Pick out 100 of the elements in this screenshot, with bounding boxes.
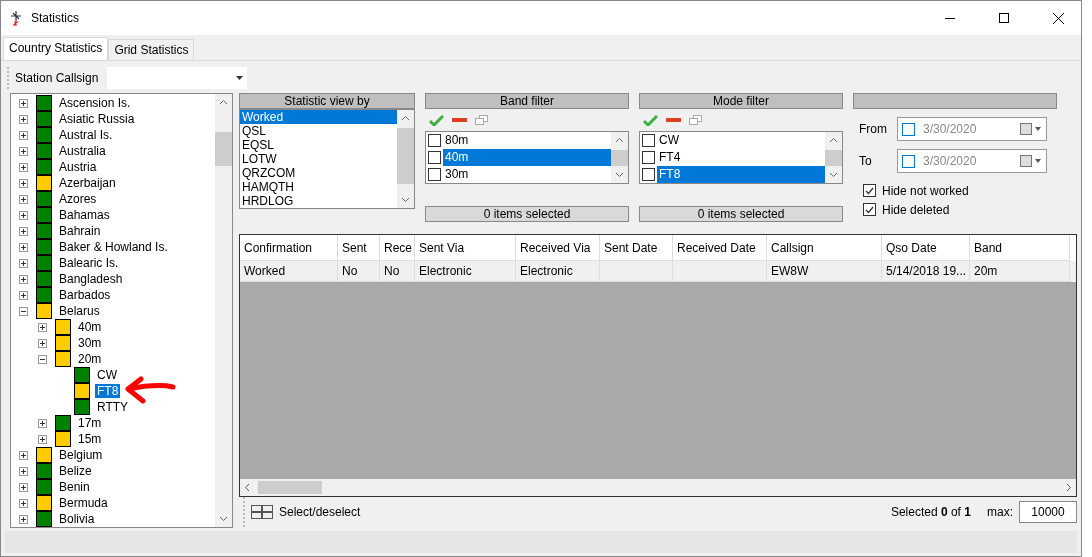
- expander-icon[interactable]: [19, 98, 28, 108]
- expander-icon[interactable]: [19, 290, 28, 300]
- minimize-icon[interactable]: [945, 17, 955, 19]
- scroll-up-icon[interactable]: [219, 99, 228, 105]
- tree-item[interactable]: Benin: [57, 480, 92, 494]
- tree-item[interactable]: Bahamas: [57, 208, 112, 222]
- column-header[interactable]: Sent: [338, 234, 380, 261]
- tree-item[interactable]: Austral Is.: [57, 128, 115, 142]
- checkbox[interactable]: [642, 151, 655, 164]
- scroll-down-icon[interactable]: [829, 172, 838, 178]
- column-header[interactable]: Callsign: [767, 234, 882, 261]
- checkbox[interactable]: [428, 168, 441, 181]
- expander-icon[interactable]: [19, 226, 28, 236]
- column-header[interactable]: Received Date: [673, 234, 767, 261]
- close-icon[interactable]: [1052, 12, 1064, 24]
- tree-item[interactable]: Belgium: [57, 448, 105, 462]
- tree-item[interactable]: Bolivia: [57, 512, 97, 526]
- tree-item[interactable]: Asiatic Russia: [57, 112, 137, 126]
- expander-icon[interactable]: [19, 162, 28, 172]
- scrollbar[interactable]: [825, 132, 842, 183]
- expander-icon[interactable]: [19, 258, 28, 268]
- tree-item[interactable]: Baker & Howland Is.: [57, 240, 170, 254]
- tree-item[interactable]: Austria: [57, 160, 99, 174]
- checkbox[interactable]: [642, 134, 655, 147]
- expander-icon[interactable]: [19, 242, 28, 252]
- tab[interactable]: Grid Statistics: [108, 39, 195, 60]
- scrollbar[interactable]: [611, 132, 628, 183]
- expander-icon[interactable]: [19, 146, 28, 156]
- scroll-thumb[interactable]: [611, 150, 628, 166]
- scroll-down-icon[interactable]: [219, 516, 228, 522]
- expander-icon[interactable]: [19, 194, 28, 204]
- expander-icon[interactable]: [19, 210, 28, 220]
- scrollbar[interactable]: [215, 94, 232, 527]
- tree-item[interactable]: Bangladesh: [57, 272, 125, 286]
- tree-item[interactable]: FT8: [95, 384, 121, 398]
- column-header[interactable]: Received Via: [516, 234, 600, 261]
- checkbox[interactable]: [428, 151, 441, 164]
- tree-item[interactable]: 40m: [76, 320, 104, 334]
- expander-icon[interactable]: [19, 498, 28, 508]
- checkbox[interactable]: [642, 168, 655, 181]
- check-all-icon[interactable]: [429, 114, 444, 126]
- caret-icon[interactable]: [236, 76, 243, 80]
- tree-item[interactable]: Belarus: [57, 304, 102, 318]
- calendar-icon[interactable]: [1020, 155, 1042, 167]
- scroll-down-icon[interactable]: [401, 197, 410, 203]
- check-all-icon[interactable]: [643, 114, 658, 126]
- scroll-thumb[interactable]: [215, 132, 232, 166]
- date-field[interactable]: 3/30/2020: [897, 117, 1047, 141]
- tree-item[interactable]: RTTY: [95, 400, 131, 414]
- expander-icon[interactable]: [38, 322, 47, 332]
- max-field[interactable]: 10000: [1019, 501, 1077, 524]
- column-header[interactable]: Qso Date: [882, 234, 970, 261]
- scroll-left-icon[interactable]: [244, 483, 250, 493]
- column-header[interactable]: Rece: [380, 234, 415, 261]
- filter-item[interactable]: FT8: [657, 166, 825, 183]
- expander-icon[interactable]: [19, 482, 28, 492]
- scroll-up-icon[interactable]: [829, 137, 838, 143]
- tree-item[interactable]: 17m: [76, 416, 104, 430]
- tree-item[interactable]: CW: [95, 368, 119, 382]
- tree-item[interactable]: Ascension Is.: [57, 96, 133, 110]
- expander-icon[interactable]: [19, 274, 28, 284]
- calendar-icon[interactable]: [1020, 123, 1042, 135]
- scroll-right-icon[interactable]: [1066, 483, 1072, 493]
- expander-icon[interactable]: [19, 130, 28, 140]
- horizontal-scrollbar[interactable]: [240, 479, 1076, 497]
- expander-icon[interactable]: [19, 466, 28, 476]
- checkbox[interactable]: [863, 184, 876, 197]
- checkbox[interactable]: [863, 203, 876, 216]
- column-header[interactable]: Confirmation: [240, 234, 338, 261]
- expander-icon[interactable]: [19, 114, 28, 124]
- expander-icon[interactable]: [38, 354, 47, 364]
- expander-icon[interactable]: [19, 514, 28, 524]
- tree-item[interactable]: Bermuda: [57, 496, 110, 510]
- column-header[interactable]: Sent Via: [415, 234, 516, 261]
- scroll-thumb[interactable]: [258, 481, 322, 495]
- column-header[interactable]: Band: [970, 234, 1070, 261]
- expander-icon[interactable]: [38, 434, 47, 444]
- date-field[interactable]: 3/30/2020: [897, 149, 1047, 173]
- scroll-thumb[interactable]: [825, 150, 842, 166]
- grid-icon[interactable]: [251, 505, 273, 520]
- tree-item[interactable]: Belize: [57, 464, 94, 478]
- tree-item[interactable]: Bahrain: [57, 224, 103, 238]
- filter-item[interactable]: 40m: [443, 149, 611, 166]
- tree-item[interactable]: 20m: [76, 352, 104, 366]
- expander-icon[interactable]: [19, 450, 28, 460]
- list-item[interactable]: Worked: [240, 110, 397, 124]
- tree-item[interactable]: Azores: [57, 192, 99, 206]
- expander-icon[interactable]: [38, 418, 47, 428]
- checkbox[interactable]: [428, 134, 441, 147]
- maximize-icon[interactable]: [999, 13, 1009, 23]
- scroll-thumb[interactable]: [397, 128, 414, 184]
- tab[interactable]: Country Statistics: [3, 37, 109, 60]
- select-deselect-link[interactable]: Select/deselect: [279, 505, 361, 520]
- scrollbar[interactable]: [397, 110, 414, 208]
- tree-item[interactable]: 15m: [76, 432, 104, 446]
- tree-item[interactable]: 30m: [76, 336, 104, 350]
- tree-item[interactable]: Azerbaijan: [57, 176, 118, 190]
- scroll-up-icon[interactable]: [615, 137, 624, 143]
- expander-icon[interactable]: [19, 306, 28, 316]
- tree-item[interactable]: Balearic Is.: [57, 256, 121, 270]
